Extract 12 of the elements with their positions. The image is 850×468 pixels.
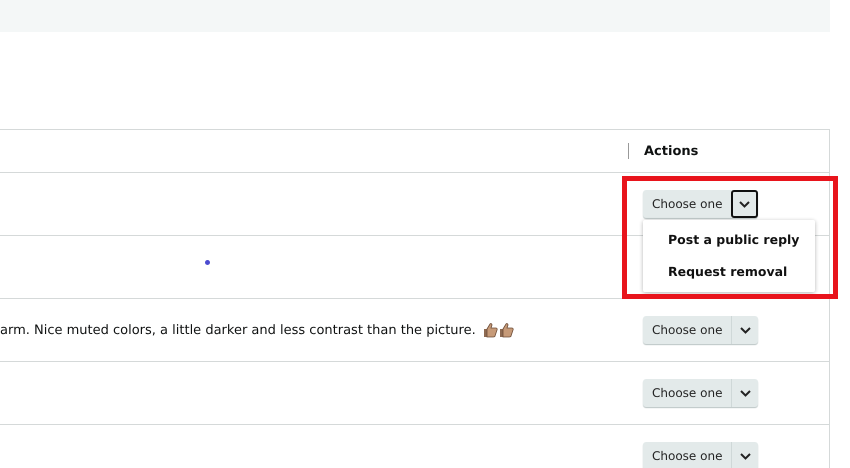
- dropdown-toggle[interactable]: [731, 190, 758, 218]
- thumbs-up-icon: [498, 322, 514, 338]
- chevron-down-icon: [739, 200, 750, 208]
- chevron-down-icon: [740, 452, 751, 460]
- dot-marker: [205, 260, 210, 265]
- column-header: Actions: [644, 144, 698, 158]
- thumbs-up-icon: [482, 322, 498, 338]
- menu-item[interactable]: Post a public reply: [643, 224, 815, 256]
- chevron-down-icon: [740, 390, 751, 396]
- menu-item[interactable]: Request removal: [643, 256, 815, 288]
- review-text: arm. Nice muted colors, a little darker and less contrast than the picture.: [0, 322, 476, 338]
- chevron-down-icon: [740, 326, 751, 334]
